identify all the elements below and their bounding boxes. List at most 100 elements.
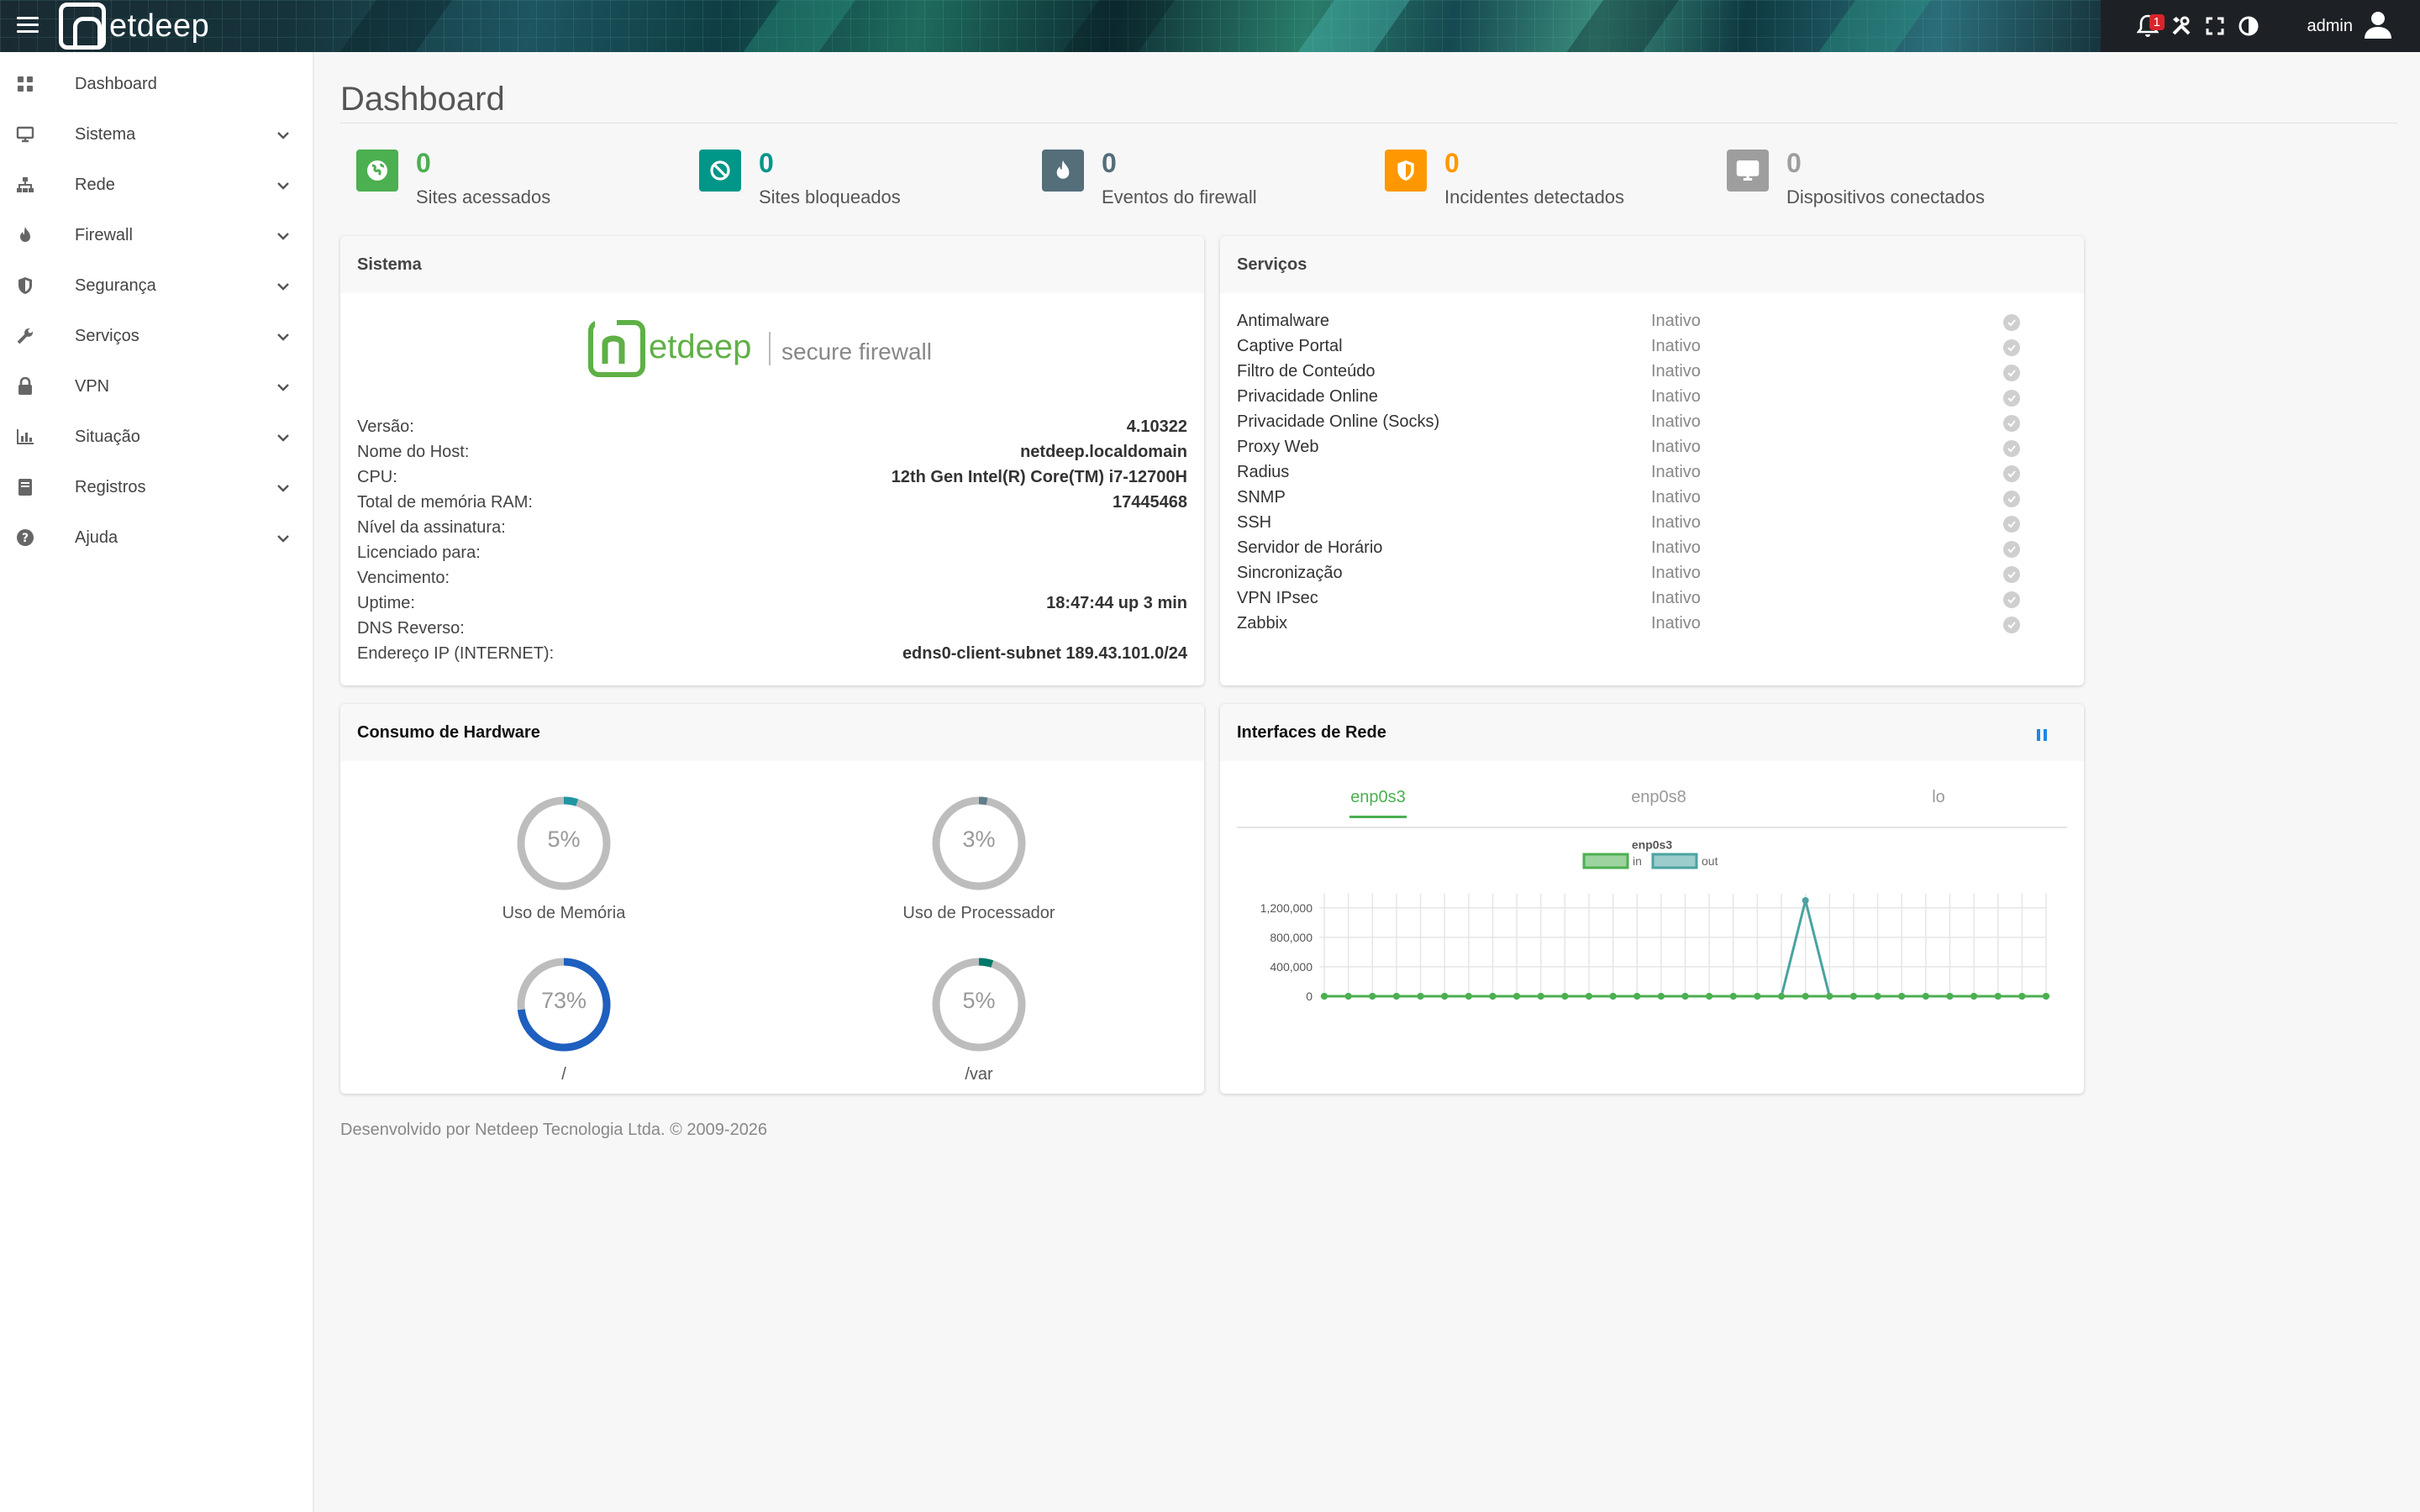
service-name: Antimalware [1237, 312, 1330, 330]
service-row: VPN IPsec Inativo [1237, 589, 2020, 614]
sistema-card: Sistema etdeep secure firewall Versão: 4.… [340, 236, 1204, 685]
tab-lo[interactable]: lo [1926, 788, 1951, 816]
gauge-percent: 73% [540, 988, 587, 1013]
header-actions: 1 admin [2131, 0, 2420, 52]
tools-icon[interactable] [2165, 9, 2198, 43]
sidebar-item-label: Serviços [75, 326, 139, 345]
data-point-in [1802, 993, 1809, 1000]
info-row-versao: Versão: 4.10322 [357, 417, 1187, 443]
sidebar-item-registros[interactable]: Registros [0, 462, 313, 512]
stat-label: Sites bloqueados [759, 186, 901, 207]
info-key: Endereço IP (INTERNET): [357, 644, 555, 663]
user-avatar-icon[interactable] [2363, 9, 2395, 43]
sidebar-item-rede[interactable]: Rede [0, 160, 313, 210]
data-point-in [2043, 993, 2049, 1000]
sidebar-item-dashboard[interactable]: Dashboard [0, 59, 313, 109]
svg-text:?: ? [22, 532, 29, 545]
service-status: Inativo [1651, 614, 1701, 633]
service-row: Servidor de Horário Inativo [1237, 538, 2020, 564]
tab-enp0s8[interactable]: enp0s8 [1630, 788, 1687, 816]
y-tick-label: 800,000 [1270, 931, 1313, 944]
service-name: VPN IPsec [1237, 589, 1318, 607]
menu-toggle-icon[interactable] [17, 17, 39, 35]
logo-word: etdeep [649, 328, 752, 365]
chevron-down-icon [277, 233, 289, 240]
chevron-down-icon [277, 283, 289, 291]
data-point-in [1392, 993, 1400, 1000]
data-point-in [1970, 993, 1978, 1000]
info-row-ram: Total de memória RAM: 17445468 [357, 493, 1187, 518]
stat-label: Eventos do firewall [1102, 186, 1257, 207]
service-name: Sincronização [1237, 564, 1343, 582]
sidebar-item-seguranca[interactable]: Segurança [0, 260, 313, 311]
info-row-uptime: Uptime: 18:47:44 up 3 min [357, 594, 1187, 619]
status-check-icon [2003, 591, 2020, 608]
info-key: Nível da assinatura: [357, 518, 506, 537]
gauge-percent: 5% [962, 988, 996, 1013]
question-icon: ? [15, 528, 35, 548]
logo-n-icon [59, 3, 106, 50]
hardware-card: Consumo de Hardware 5% Uso de Memória 3% Us… [340, 704, 1204, 1094]
service-status: Inativo [1651, 362, 1701, 381]
sidebar-item-ajuda[interactable]: ? Ajuda [0, 512, 313, 563]
data-point-in [1946, 993, 1954, 1000]
chevron-down-icon [277, 182, 289, 190]
theme-toggle-icon[interactable] [2232, 9, 2265, 43]
sidebar-item-servicos[interactable]: Serviços [0, 311, 313, 361]
sidebar-item-label: Dashboard [75, 74, 157, 93]
stat-value: 0 [1444, 148, 1460, 178]
service-status: Inativo [1651, 463, 1701, 481]
notification-badge: 1 [2149, 14, 2165, 30]
sidebar-item-label: Rede [75, 175, 115, 194]
sidebar-item-situacao[interactable]: Situação [0, 412, 313, 462]
info-value: 4.10322 [1126, 417, 1187, 436]
data-point-in [1489, 993, 1497, 1000]
fire-icon [1042, 150, 1084, 192]
data-point-in [1754, 993, 1761, 1000]
data-point-in [1465, 993, 1472, 1000]
service-status: Inativo [1651, 337, 1701, 355]
info-key: Licenciado para: [357, 543, 481, 562]
info-row-vencimento: Vencimento: [357, 569, 1187, 594]
service-name: Privacidade Online [1237, 387, 1378, 406]
notifications-bell-icon[interactable]: 1 [2131, 9, 2165, 43]
pause-icon[interactable] [2037, 729, 2047, 741]
data-point-in [1609, 993, 1617, 1000]
info-value: 18:47:44 up 3 min [1046, 594, 1187, 612]
gauge-label: Uso de Processador [902, 904, 1055, 922]
data-point-in [1706, 993, 1713, 1000]
info-row-assinatura: Nível da assinatura: [357, 518, 1187, 543]
service-status: Inativo [1651, 564, 1701, 582]
service-name: SNMP [1237, 488, 1286, 507]
info-row-dns: DNS Reverso: [357, 619, 1187, 644]
stat-value: 0 [1102, 148, 1117, 178]
data-point-in [2018, 993, 2026, 1000]
sidebar-item-firewall[interactable]: Firewall [0, 210, 313, 260]
data-point-in [1826, 993, 1833, 1000]
wrench-icon [15, 326, 35, 346]
info-key: Versão: [357, 417, 414, 436]
tab-enp0s3[interactable]: enp0s3 [1349, 788, 1407, 818]
service-row: Captive Portal Inativo [1237, 337, 2020, 362]
info-value: 17445468 [1113, 493, 1187, 512]
user-name[interactable]: admin [2307, 17, 2353, 36]
y-tick-label: 400,000 [1270, 960, 1313, 974]
legend-swatch-in [1582, 853, 1629, 869]
legend-label-out: out [1702, 854, 1718, 868]
sidebar-item-sistema[interactable]: Sistema [0, 109, 313, 160]
gauge-2: 3% Uso de Processador [853, 795, 1105, 937]
sidebar-item-label: Situação [75, 427, 140, 446]
service-row: SSH Inativo [1237, 513, 2020, 538]
brand-logo[interactable]: etdeep [59, 3, 209, 50]
info-value: netdeep.localdomain [1020, 443, 1187, 461]
sidebar-item-vpn[interactable]: VPN [0, 361, 313, 412]
shield-icon [1385, 150, 1427, 192]
card-title: Serviços [1220, 236, 2084, 293]
sidebar-item-label: Registros [75, 477, 146, 496]
fullscreen-icon[interactable] [2198, 9, 2232, 43]
service-name: Proxy Web [1237, 438, 1319, 456]
info-row-cpu: CPU: 12th Gen Intel(R) Core(TM) i7-12700H [357, 468, 1187, 493]
stat-value: 0 [1786, 148, 1802, 178]
data-point-in [1657, 993, 1665, 1000]
gauge-1: 5% Uso de Memória [438, 795, 690, 937]
